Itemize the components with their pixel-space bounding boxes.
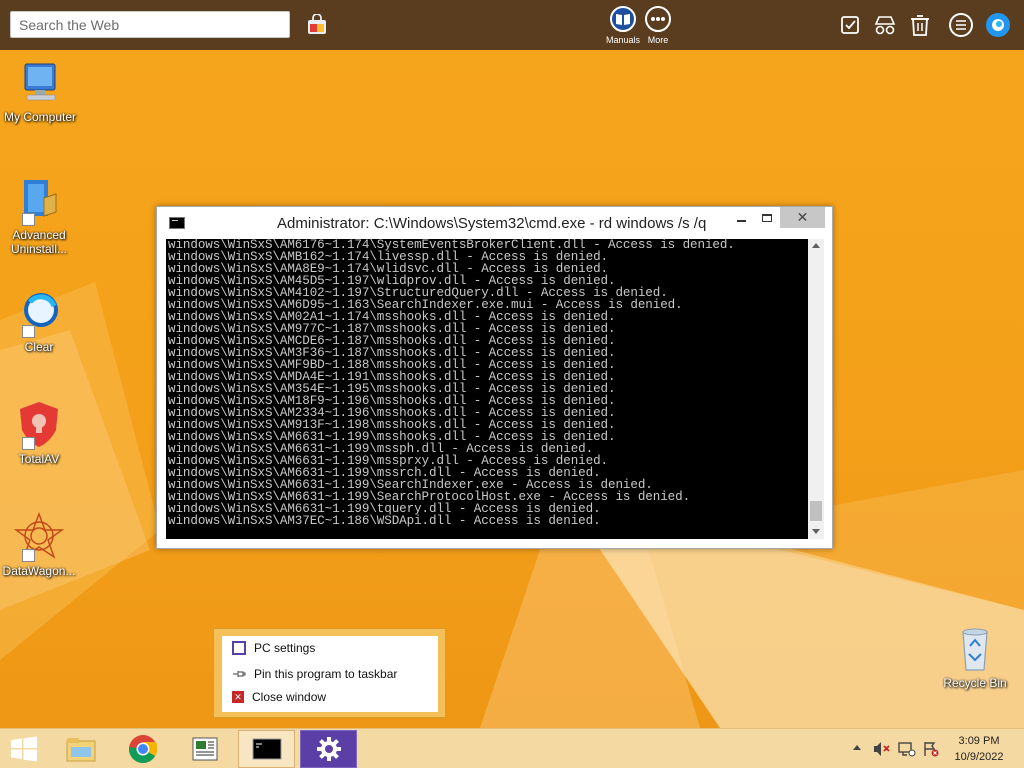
close-button[interactable]: ✕ <box>780 207 825 228</box>
cmd-console-output[interactable]: windows\WinSxS\AM6176~1.174\SystemEvents… <box>166 239 808 539</box>
news-icon <box>192 737 217 761</box>
show-hidden-icons-arrow-icon[interactable] <box>853 745 861 750</box>
action-center-flag-icon[interactable] <box>922 741 940 757</box>
totalav-shield-icon <box>14 400 64 450</box>
top-toolbar: Manuals More <box>0 0 1024 50</box>
jump-list-popup: PC settings Pin this program to taskbar … <box>213 628 446 718</box>
desktop-icon-label: DataWagon... <box>2 564 76 578</box>
desktop-icon-recycle-bin[interactable]: Recycle Bin <box>935 624 1015 690</box>
start-button[interactable] <box>0 730 48 768</box>
cmd-icon <box>252 738 281 760</box>
maximize-button[interactable] <box>754 207 780 228</box>
jump-list-item-label: PC settings <box>254 641 316 655</box>
clock-time: 3:09 PM <box>958 735 1000 747</box>
taskbar-pc-settings[interactable] <box>300 730 357 768</box>
manuals-book-icon[interactable] <box>610 6 636 32</box>
volume-muted-icon[interactable] <box>873 741 891 757</box>
uninstaller-icon <box>14 176 64 226</box>
browser-logo-icon[interactable] <box>986 13 1010 37</box>
taskbar-cmd[interactable] <box>238 730 295 768</box>
shortcut-arrow-icon <box>22 213 35 226</box>
scrollbar-thumb[interactable] <box>810 501 822 521</box>
minimize-icon <box>736 219 746 222</box>
taskbar: 3:09 PM 10/9/2022 <box>0 728 1024 768</box>
menu-icon[interactable] <box>949 13 973 37</box>
jump-list-item-label: Close window <box>252 690 327 704</box>
more-dots-icon[interactable] <box>645 6 671 32</box>
console-line: windows\WinSxS\AM37EC~1.186\WSDApi.dll -… <box>168 514 601 528</box>
desktop-icon-my-computer[interactable]: My Computer <box>0 58 80 124</box>
desktop-icon-label: TotalAV <box>18 452 60 466</box>
jump-list-menu: PC settings Pin this program to taskbar … <box>222 636 438 712</box>
chrome-icon <box>128 735 157 763</box>
cmd-window-icon[interactable] <box>169 217 185 229</box>
cmd-window[interactable]: Administrator: C:\Windows\System32\cmd.e… <box>156 206 833 549</box>
tasks-check-icon[interactable] <box>838 13 862 37</box>
computer-icon <box>15 58 65 108</box>
cmd-scrollbar[interactable] <box>808 239 824 539</box>
more-label[interactable]: More <box>628 35 688 45</box>
close-icon: ✕ <box>796 209 809 225</box>
pc-settings-icon <box>232 641 246 655</box>
desktop-icon-datawagon[interactable]: DataWagon... <box>0 512 79 578</box>
jump-list-item-close-window[interactable]: ✕ Close window <box>222 686 438 708</box>
taskbar-chrome[interactable] <box>114 730 171 768</box>
desktop-icon-label: Recycle Bin <box>943 676 1007 690</box>
recycle-bin-icon <box>950 624 1000 674</box>
datawagon-icon <box>13 512 65 562</box>
incognito-icon[interactable] <box>872 13 898 37</box>
desktop-icon-label: Advanced Uninstall... <box>10 228 68 256</box>
gear-icon <box>316 737 341 761</box>
search-input[interactable] <box>10 11 290 38</box>
shortcut-arrow-icon <box>22 437 35 450</box>
jump-list-item-pc-settings[interactable]: PC settings <box>222 637 438 659</box>
scroll-up-arrow-icon[interactable] <box>812 243 820 248</box>
taskbar-file-explorer[interactable] <box>52 730 109 768</box>
trash-icon[interactable] <box>908 12 932 38</box>
jump-list-item-pin-taskbar[interactable]: Pin this program to taskbar <box>222 663 438 685</box>
maximize-icon <box>762 213 772 222</box>
desktop-icon-clear[interactable]: Clear <box>0 288 79 354</box>
network-icon[interactable] <box>898 741 916 757</box>
desktop-icon-totalav[interactable]: TotalAV <box>0 400 79 466</box>
clock-date: 10/9/2022 <box>954 751 1004 763</box>
cmd-title-text: Administrator: C:\Windows\System32\cmd.e… <box>277 215 707 232</box>
desktop-icon-label: My Computer <box>3 110 77 124</box>
minimize-button[interactable] <box>728 207 754 228</box>
windows-logo-icon <box>11 736 37 762</box>
taskbar-news-app[interactable] <box>176 730 233 768</box>
shortcut-arrow-icon <box>22 325 35 338</box>
pin-icon <box>232 667 246 681</box>
jump-list-item-label: Pin this program to taskbar <box>254 667 398 681</box>
cmd-title-bar[interactable]: Administrator: C:\Windows\System32\cmd.e… <box>157 207 832 239</box>
desktop-icon-label: Clear <box>24 340 54 354</box>
desktop-icon-advanced-uninstaller[interactable]: Advanced Uninstall... <box>0 176 79 256</box>
close-window-icon: ✕ <box>232 691 244 703</box>
clear-icon <box>14 288 64 338</box>
folder-icon <box>66 738 95 762</box>
shortcut-arrow-icon <box>22 549 35 562</box>
scroll-down-arrow-icon[interactable] <box>812 529 820 534</box>
system-clock[interactable]: 3:09 PM 10/9/2022 <box>944 733 1014 765</box>
store-bag-icon[interactable] <box>305 13 329 37</box>
